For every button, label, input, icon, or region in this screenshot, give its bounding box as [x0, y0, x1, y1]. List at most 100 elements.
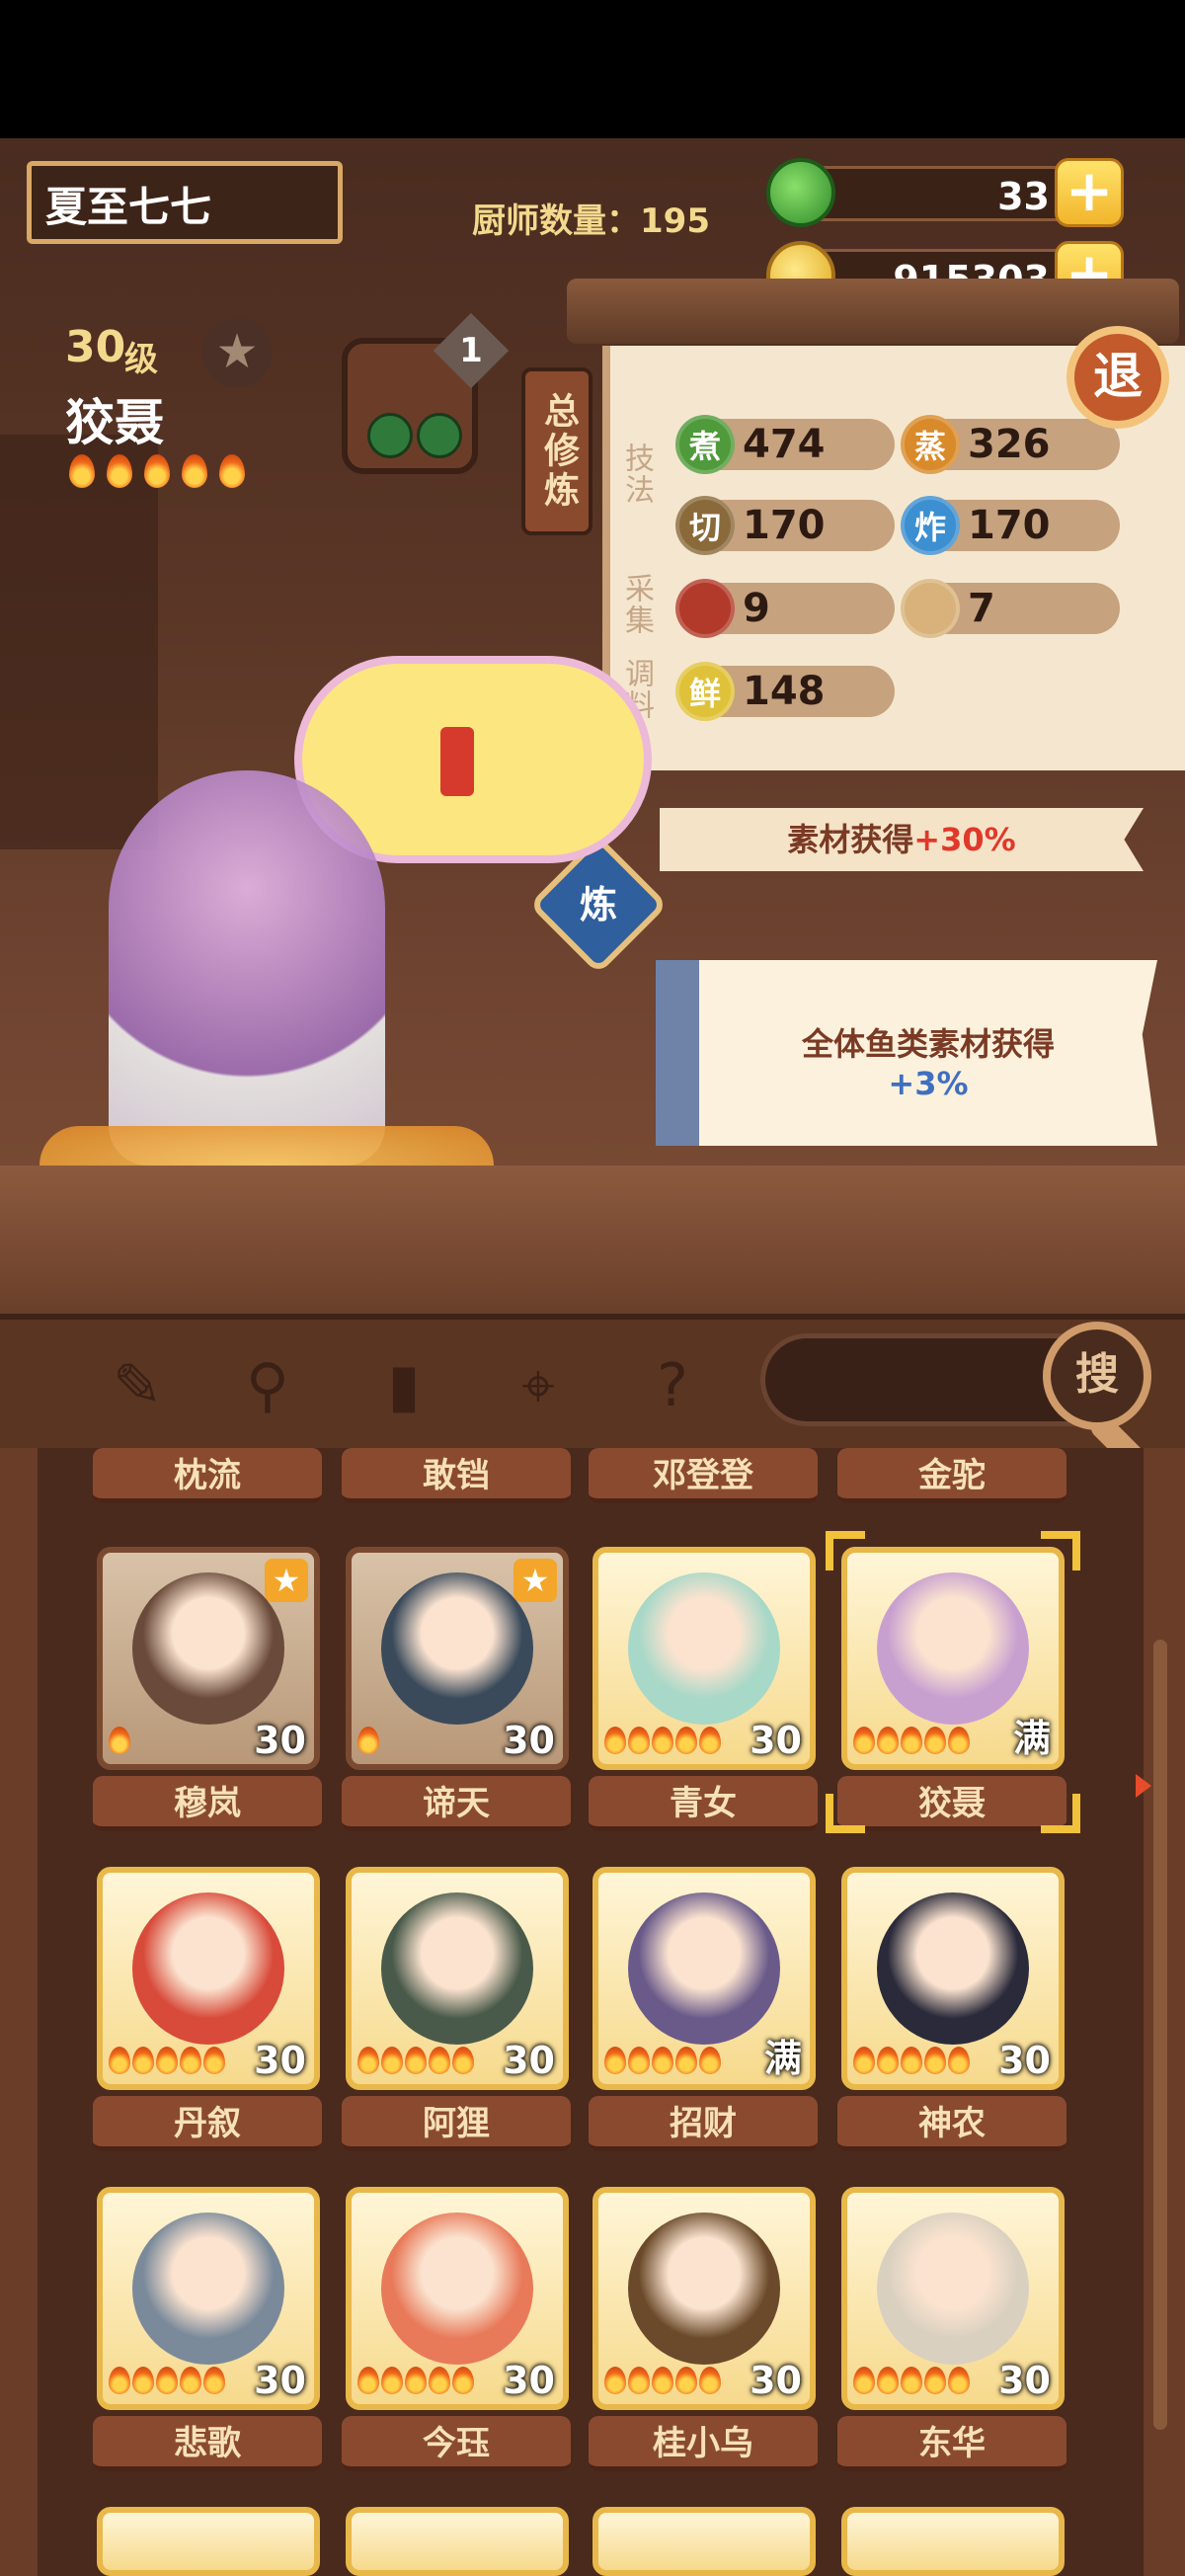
buff-banner-2: 全体鱼类素材获得 +3%	[656, 960, 1157, 1146]
chef-flames	[604, 2367, 721, 2396]
jar-filter-icon[interactable]: ▮	[369, 1351, 438, 1420]
flame-icon	[948, 2367, 970, 2394]
chef-card[interactable]: ★ 30	[346, 1547, 569, 1770]
chef-name-plate[interactable]: 东华	[837, 2416, 1066, 2471]
chef-name-plate[interactable]: 谛天	[342, 1776, 571, 1831]
flame-icon	[604, 2367, 626, 2394]
chef-name-plate[interactable]: 穆岚	[93, 1776, 322, 1831]
meat-value: 9	[743, 586, 770, 631]
chef-card[interactable]	[592, 2507, 816, 2576]
total-training-tab[interactable]: 总修炼	[521, 367, 592, 535]
boil-value: 474	[743, 422, 826, 467]
chef-card[interactable]: 30	[841, 2187, 1065, 2410]
chef-card[interactable]: 30	[97, 2187, 320, 2410]
stat-boil: 煮 474	[675, 415, 895, 474]
chef-name-plate[interactable]: 今珏	[342, 2416, 571, 2471]
cut-value: 170	[743, 503, 826, 548]
chef-name-plate[interactable]: 丹叙	[93, 2096, 322, 2151]
chef-name-plate[interactable]: 邓登登	[589, 1448, 818, 1503]
map-filter-icon[interactable]: ?	[638, 1351, 707, 1420]
chef-card[interactable]: 30	[346, 1867, 569, 2090]
chef-portrait	[132, 1572, 284, 1725]
flame-icon	[652, 1727, 673, 1754]
chef-level-label: 30	[503, 2039, 555, 2082]
flame-icon	[182, 454, 207, 488]
chef-flames	[853, 1727, 970, 1756]
equip-count-badge: 1	[433, 312, 510, 389]
buff1-text: 素材获得	[787, 821, 914, 858]
stat-cut: 切 170	[675, 496, 895, 555]
chef-card[interactable]: 30	[841, 1867, 1065, 2090]
flame-icon	[853, 2047, 875, 2074]
chef-count: 厨师数量：195	[472, 201, 710, 241]
flame-icon	[357, 1727, 379, 1754]
technique-label: 技法	[619, 443, 654, 506]
chef-portrait	[628, 1892, 780, 2045]
chef-level-label: 30	[750, 2359, 802, 2402]
flame-icon	[948, 1727, 970, 1754]
chef-name-plate[interactable]: 狡聂	[837, 1776, 1066, 1831]
chef-level-label: 30	[503, 2359, 555, 2402]
star-icon[interactable]: ★	[202, 318, 272, 387]
buff-banner-1: 素材获得+30%	[660, 808, 1144, 871]
chef-name-plate[interactable]: 桂小乌	[589, 2416, 818, 2471]
chef-name-plate[interactable]: 敢铛	[342, 1448, 571, 1503]
flame-icon	[628, 1727, 650, 1754]
knife-filter-icon[interactable]: ✎	[103, 1351, 172, 1420]
flame-icon	[405, 2047, 427, 2074]
chef-level-label: 30	[503, 1719, 555, 1762]
chef-card[interactable]	[346, 2507, 569, 2576]
chef-card[interactable]	[841, 2507, 1065, 2576]
chef-flames	[357, 2367, 474, 2396]
chef-flames	[604, 1727, 721, 1756]
flame-icon	[156, 2047, 178, 2074]
roster-scrollbar[interactable]	[1153, 1640, 1167, 2430]
fresh-icon: 鲜	[675, 662, 735, 721]
stat-steam: 蒸 326	[901, 415, 1120, 474]
chef-portrait	[877, 1572, 1029, 1725]
flame-icon	[381, 2047, 403, 2074]
selection-corner	[826, 1794, 865, 1833]
flame-icon	[853, 2367, 875, 2394]
chef-flames	[109, 2367, 225, 2396]
flame-icon	[675, 2367, 697, 2394]
flame-icon	[877, 2367, 899, 2394]
flame-icon	[219, 454, 245, 488]
chef-name-plate[interactable]: 招财	[589, 2096, 818, 2151]
flame-icon	[924, 2367, 946, 2394]
add-jade-button[interactable]: +	[1055, 158, 1124, 227]
scroll-rod	[567, 279, 1179, 344]
search-button[interactable]: 搜	[1043, 1322, 1151, 1430]
chef-card[interactable]	[97, 2507, 320, 2576]
flame-icon	[628, 2047, 650, 2074]
chef-name-plate[interactable]: 枕流	[93, 1448, 322, 1503]
location-filter-icon[interactable]: ⌖	[504, 1351, 573, 1420]
flame-icon	[107, 454, 132, 488]
chef-level-label: 30	[998, 2039, 1051, 2082]
chef-card[interactable]: 30	[346, 2187, 569, 2410]
flame-icon	[156, 2367, 178, 2394]
flame-icon	[180, 2367, 201, 2394]
fry-value: 170	[968, 503, 1051, 548]
chef-card[interactable]: 满	[592, 1867, 816, 2090]
flame-icon	[604, 1727, 626, 1754]
player-name: 夏至七七	[27, 161, 343, 244]
flame-icon	[652, 2047, 673, 2074]
chef-name-plate[interactable]: 悲歌	[93, 2416, 322, 2471]
chef-card[interactable]: 30	[97, 1867, 320, 2090]
ladle-filter-icon[interactable]: ⚲	[233, 1351, 302, 1420]
retire-button[interactable]: 退	[1066, 326, 1169, 429]
flame-icon	[901, 1727, 922, 1754]
equip-gem-icon	[367, 413, 413, 458]
chef-card[interactable]: ★ 30	[97, 1547, 320, 1770]
chef-name-plate[interactable]: 金驼	[837, 1448, 1066, 1503]
chef-card[interactable]: 30	[592, 2187, 816, 2410]
flame-icon	[675, 1727, 697, 1754]
chef-name-plate[interactable]: 青女	[589, 1776, 818, 1831]
stat-veg: 7	[901, 579, 1120, 638]
chef-name-plate[interactable]: 阿狸	[342, 2096, 571, 2151]
chef-card[interactable]: 满	[841, 1547, 1065, 1770]
chef-card[interactable]: 30	[592, 1547, 816, 1770]
chef-name-plate[interactable]: 神农	[837, 2096, 1066, 2151]
flame-icon	[924, 1727, 946, 1754]
